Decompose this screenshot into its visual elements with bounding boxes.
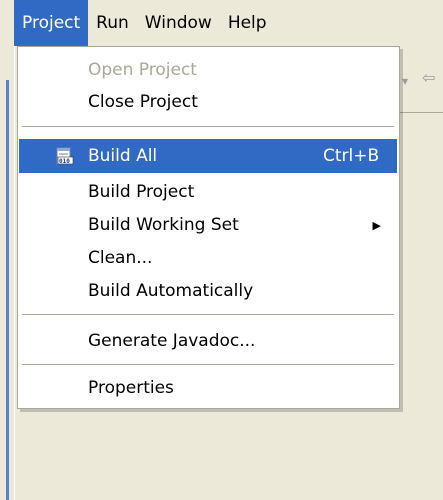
menu-item-label: Open Project (88, 60, 197, 80)
menu-item-label: Build All (88, 146, 158, 166)
menu-item-build-project[interactable]: Build Project (19, 175, 397, 209)
menu-project[interactable]: Project (14, 0, 89, 46)
menu-item-generate-javadoc[interactable]: Generate Javadoc... (19, 324, 397, 358)
background-panel (400, 113, 443, 500)
menu-item-label: Build Working Set (88, 215, 239, 235)
project-dropdown-menu: Open Project Close Project 010 Build All… (17, 46, 400, 409)
shortcut-label: Ctrl+B (323, 146, 380, 166)
menu-item-label: Build Project (88, 182, 195, 202)
menu-item-label: Close Project (88, 92, 198, 112)
menu-bar: Project Run Window Help (14, 0, 443, 46)
menu-run[interactable]: Run (88, 0, 137, 46)
menu-item-label: Generate Javadoc... (88, 331, 256, 351)
dropdown-chevron-icon[interactable]: ▾ (402, 74, 408, 88)
menu-item-properties[interactable]: Properties (19, 371, 397, 405)
menu-item-clean[interactable]: Clean... (19, 241, 397, 275)
menu-item-label: Clean... (88, 248, 153, 268)
menu-item-label: Build Automatically (88, 281, 254, 301)
menu-item-build-all[interactable]: 010 Build All Ctrl+B (19, 139, 397, 173)
menu-item-build-working-set[interactable]: Build Working Set ▶ (19, 208, 397, 242)
menu-separator (22, 314, 394, 315)
eclipse-window: Project Run Window Help ▾ ⇦ Open Project… (0, 0, 443, 500)
menu-window[interactable]: Window (137, 0, 220, 46)
toolbar-arrow-icon[interactable]: ⇦ (422, 68, 435, 87)
submenu-arrow-icon: ▶ (372, 218, 381, 232)
build-binary-icon: 010 (56, 147, 74, 165)
menu-item-build-automatically[interactable]: Build Automatically (19, 274, 397, 308)
menu-help[interactable]: Help (220, 0, 275, 46)
svg-text:010: 010 (59, 158, 70, 165)
menu-separator (22, 364, 394, 365)
window-left-accent (6, 80, 9, 500)
menu-item-open-project[interactable]: Open Project (19, 53, 397, 87)
menu-item-close-project[interactable]: Close Project (19, 85, 397, 119)
menu-separator (22, 126, 394, 127)
menu-item-label: Properties (88, 378, 174, 398)
